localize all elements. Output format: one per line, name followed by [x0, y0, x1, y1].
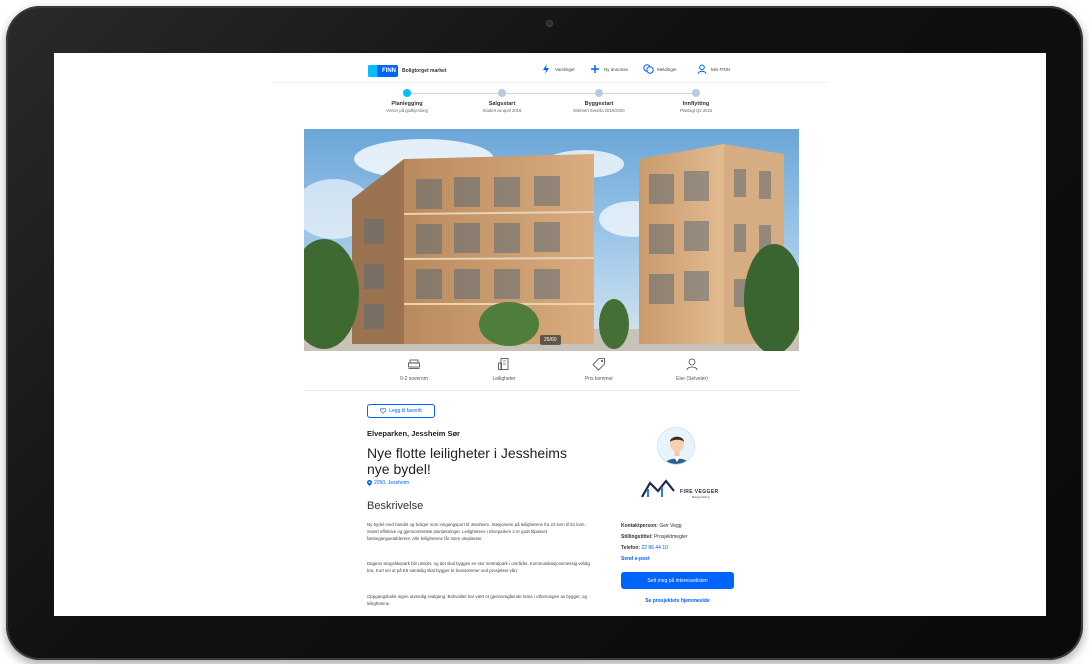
lightning-icon: [540, 63, 552, 75]
map-pin-icon: [367, 480, 372, 486]
nav-label: Ny annonse: [604, 66, 629, 72]
brand-subtitle: Boligutvikling: [692, 495, 710, 499]
listing-page: FINN Boligtorget market Varslinger Ny an…: [272, 53, 828, 616]
step-dot: [403, 89, 411, 97]
key-facts-row: 0-2 soverom Leiligheter Pris kommer Eier…: [304, 351, 799, 391]
camera-icon: [546, 20, 553, 27]
contact-avatar: [657, 427, 695, 465]
nav-label: Meldinger: [657, 66, 677, 72]
add-to-favorites-button[interactable]: Legg til favoritt: [367, 404, 435, 418]
nav-my-finn[interactable]: Min FINN: [696, 63, 730, 75]
building-illustration: [304, 129, 799, 351]
fact-ownership: Eier (Selveier): [642, 357, 742, 382]
nav-notifications[interactable]: Varslinger: [540, 63, 575, 75]
contact-phone: Telefon: 22 86 44 10: [621, 545, 668, 551]
user-icon: [696, 63, 708, 75]
chat-icon: [642, 63, 654, 75]
heart-icon: [380, 408, 387, 414]
step-move-in: Innflytting Planlagt Q2 2022: [636, 89, 756, 113]
plus-icon: [589, 63, 601, 75]
fact-bedrooms: 0-2 soverom: [364, 357, 464, 382]
bed-icon: [407, 357, 421, 371]
price-tag-icon: [592, 357, 606, 371]
logo-mark: FINN: [368, 65, 398, 77]
step-dot: [692, 89, 700, 97]
step-dot: [595, 89, 603, 97]
owner-icon: [685, 357, 699, 371]
hero-image[interactable]: 25/60: [304, 129, 799, 351]
fact-price: Pris kommer: [549, 357, 649, 382]
step-dot: [498, 89, 506, 97]
nav-new-ad[interactable]: Ny annonse: [589, 63, 628, 75]
phone-link[interactable]: 22 86 44 10: [641, 545, 667, 551]
contact-position: Stillingstittel: Prosjektmegler: [621, 534, 688, 540]
nav-label: Min FINN: [711, 66, 730, 72]
fact-housing-type: Leiligheter: [454, 357, 554, 382]
screen: FINN Boligtorget market Varslinger Ny an…: [54, 53, 1046, 616]
nav-messages[interactable]: Meldinger: [642, 63, 677, 75]
description-heading: Beskrivelse: [367, 500, 424, 512]
finn-logo[interactable]: FINN Boligtorget market: [368, 65, 446, 77]
image-counter-badge: 25/60: [540, 335, 561, 345]
building-icon: [497, 357, 511, 371]
project-progress-stepper: Planlegging Venter på godkjenning Salgss…: [272, 83, 828, 129]
contact-person: Kontaktperson: Geir Vegg: [621, 523, 682, 529]
listing-title: Nye flotte leiligheter i Jessheims nye b…: [367, 445, 567, 477]
logo-text: Boligtorget market: [402, 68, 447, 74]
site-header: FINN Boligtorget market Varslinger Ny an…: [272, 53, 828, 83]
listing-address: Elveparken, Jessheim Sør: [367, 429, 460, 438]
description-paragraph: Oppgangsbokk ingen utvendig svalgang. Bo…: [367, 594, 587, 606]
description-paragraph: Ny bydel med handel og boliger som innga…: [367, 522, 586, 541]
nav-label: Varslinger: [555, 66, 575, 72]
send-email-link[interactable]: Send e-post: [621, 556, 650, 562]
tablet-frame: FINN Boligtorget market Varslinger Ny an…: [6, 6, 1083, 660]
join-interest-list-button[interactable]: Sett meg på interesselisten: [621, 572, 734, 589]
project-homepage-link[interactable]: Se prosjektets hjemmeside: [621, 598, 734, 604]
location-link[interactable]: 2050, Jessheim: [367, 480, 409, 486]
description-paragraph: Dagens skogslikepark blir utvidet, og de…: [367, 561, 590, 573]
